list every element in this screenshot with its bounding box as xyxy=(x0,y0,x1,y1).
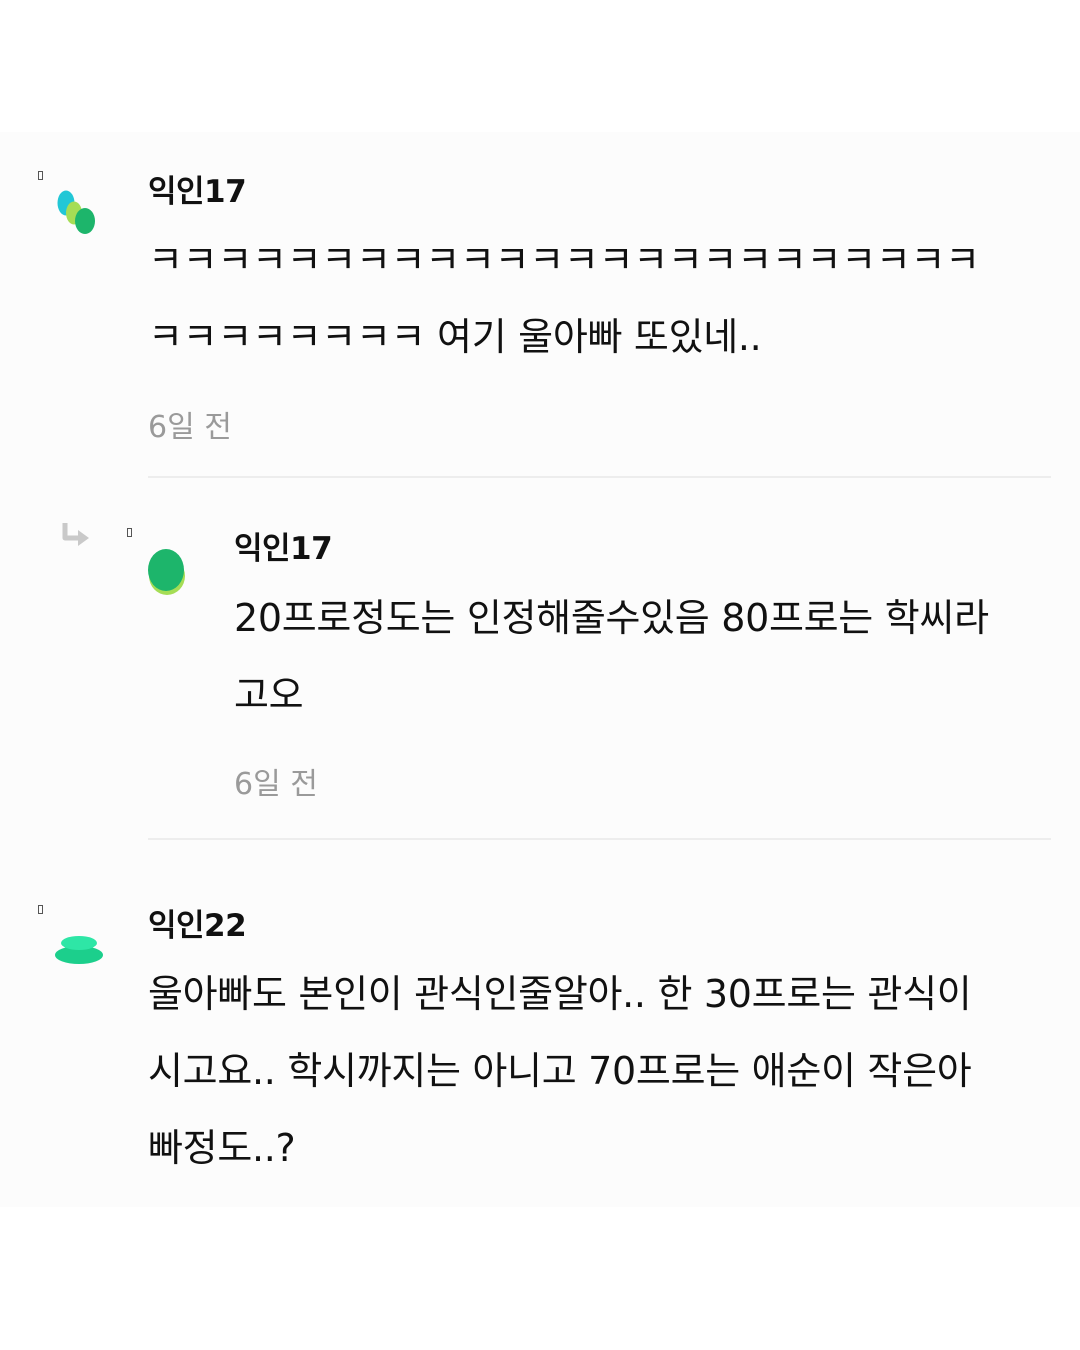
comment-author[interactable]: 익인17 xyxy=(234,523,333,568)
thread-marker-icon xyxy=(127,528,132,537)
comment-line: 고오 xyxy=(234,673,304,717)
comment-line: 시고요.. 학시까지는 아니고 70프로는 애순이 작은아 xyxy=(148,1049,972,1093)
comment-body: 울아빠도 본인이 관식인줄알아.. 한 30프로는 관식이 시고요.. 학시까지… xyxy=(148,956,972,1187)
comment-author[interactable]: 익인17 xyxy=(148,166,247,211)
page: 익인17 ㅋㅋㅋㅋㅋㅋㅋㅋㅋㅋㅋㅋㅋㅋㅋㅋㅋㅋㅋㅋㅋㅋㅋㅋ ㅋㅋㅋㅋㅋㅋㅋㅋ 여… xyxy=(0,0,1080,1350)
comment-timestamp: 6일 전 xyxy=(234,767,318,802)
thread-marker-icon xyxy=(38,905,43,914)
reply-arrow-icon xyxy=(62,523,89,546)
comment-author[interactable]: 익인22 xyxy=(148,900,247,945)
avatar[interactable] xyxy=(55,187,99,241)
avatar[interactable] xyxy=(146,546,190,598)
avatar[interactable] xyxy=(53,933,105,967)
comment-line: ㅋㅋㅋㅋㅋㅋㅋㅋㅋㅋㅋㅋㅋㅋㅋㅋㅋㅋㅋㅋㅋㅋㅋㅋ xyxy=(148,238,980,282)
comment-line: 울아빠도 본인이 관식인줄알아.. 한 30프로는 관식이 xyxy=(148,972,972,1016)
divider xyxy=(148,838,1051,840)
thread-marker-icon xyxy=(38,171,43,180)
comment-body: ㅋㅋㅋㅋㅋㅋㅋㅋㅋㅋㅋㅋㅋㅋㅋㅋㅋㅋㅋㅋㅋㅋㅋㅋ ㅋㅋㅋㅋㅋㅋㅋㅋ 여기 울아빠… xyxy=(148,222,980,376)
comment-body: 20프로정도는 인정해줄수있음 80프로는 학씨라 고오 xyxy=(234,580,989,734)
divider xyxy=(148,476,1051,478)
comment-line: ㅋㅋㅋㅋㅋㅋㅋㅋ 여기 울아빠 또있네.. xyxy=(148,315,762,359)
comment-timestamp: 6일 전 xyxy=(148,410,232,445)
comment-line: 20프로정도는 인정해줄수있음 80프로는 학씨라 xyxy=(234,596,989,640)
comment-line: 빠정도..? xyxy=(148,1126,296,1170)
